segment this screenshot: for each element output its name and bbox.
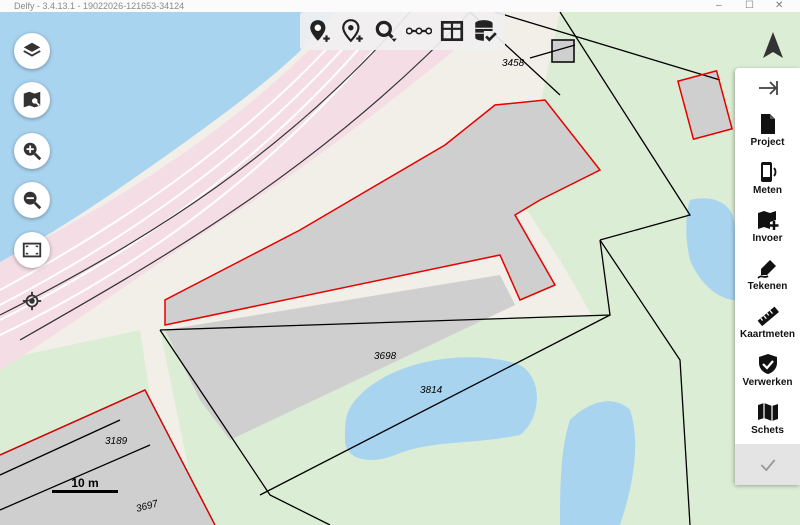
layers-icon [23, 42, 41, 57]
map-canvas[interactable]: 3458 3698 3814 3189 3697 [0, 0, 800, 525]
zoom-out-icon [23, 191, 42, 210]
map-icon [757, 403, 778, 421]
zoom-extent-icon [22, 242, 42, 258]
window-titlebar: Delfy - 3.4.13.1 - 19022026-121653-34124… [0, 0, 800, 12]
table-button[interactable] [437, 16, 467, 46]
panel-item-meten[interactable]: Meten [735, 160, 800, 208]
maximize-button[interactable]: ☐ [745, 0, 754, 12]
close-button[interactable]: ✕ [775, 0, 783, 12]
pond-southeast [560, 401, 636, 525]
panel-collapse-button[interactable] [735, 72, 800, 104]
document-icon [760, 114, 775, 134]
parcel-number: 3189 [105, 436, 128, 447]
panel-item-label: Meten [753, 185, 782, 196]
database-check-button[interactable] [470, 16, 500, 46]
draw-icon [756, 260, 776, 279]
delfy-app: 3458 3698 3814 3189 3697 Delfy - 3.4.13.… [0, 0, 800, 525]
north-arrow-icon[interactable] [760, 30, 786, 60]
add-point-outline-button[interactable] [338, 16, 368, 46]
map-search-button[interactable] [14, 82, 50, 118]
panel-item-tekenen[interactable]: Tekenen [735, 256, 800, 304]
add-point-icon [310, 20, 331, 42]
zoom-in-icon [23, 142, 42, 161]
panel-item-schets[interactable]: Schets [735, 400, 800, 448]
parcel-number: 3814 [420, 385, 443, 396]
panel-item-label: Schets [751, 425, 784, 436]
map-search-icon [23, 91, 41, 108]
panel-item-label: Verwerken [742, 377, 793, 388]
panel-item-verwerken[interactable]: Verwerken [735, 352, 800, 400]
zoom-in-button[interactable] [14, 133, 50, 169]
scale-label: 10 m [71, 476, 99, 490]
panel-item-project[interactable]: Project [735, 112, 800, 160]
panel-item-kaartmeten[interactable]: Kaartmeten [735, 304, 800, 352]
panel-item-label: Project [750, 137, 785, 148]
top-toolbar [300, 12, 505, 50]
add-point-button[interactable] [305, 16, 335, 46]
line-tool-icon [405, 27, 432, 35]
panel-item-invoer[interactable]: Invoer [735, 208, 800, 256]
shield-check-icon [758, 354, 777, 374]
zoom-extent-button[interactable] [14, 232, 50, 268]
parcel-number: 3458 [502, 58, 525, 69]
database-check-icon [474, 20, 497, 42]
panel-item-label: Kaartmeten [739, 329, 796, 340]
search-location-icon [375, 20, 397, 42]
window-title: Delfy - 3.4.13.1 - 19022026-121653-34124 [14, 1, 185, 11]
arrow-collapse-icon [758, 81, 778, 95]
layers-button[interactable] [14, 33, 50, 69]
add-point-outline-icon [342, 19, 363, 43]
check-icon [760, 458, 775, 471]
scale-line [52, 490, 118, 493]
confirm-button[interactable] [735, 444, 800, 485]
right-panel: Project Meten Invoer Tekenen Kaartmeten … [735, 68, 800, 485]
ruler-icon [757, 306, 779, 327]
parcel-number: 3698 [374, 351, 397, 362]
panel-item-label: Tekenen [747, 281, 788, 292]
scale-bar: 10 m [52, 476, 130, 494]
zoom-out-button[interactable] [14, 182, 50, 218]
gps-locate-button[interactable] [14, 283, 50, 319]
minimize-button[interactable]: – [716, 0, 722, 12]
map-add-icon [757, 211, 778, 230]
measure-device-icon [760, 162, 776, 182]
table-icon [440, 20, 463, 42]
search-location-button[interactable] [371, 16, 401, 46]
panel-item-label: Invoer [752, 233, 783, 244]
line-tool-button[interactable] [404, 16, 434, 46]
gps-locate-icon [22, 291, 42, 311]
